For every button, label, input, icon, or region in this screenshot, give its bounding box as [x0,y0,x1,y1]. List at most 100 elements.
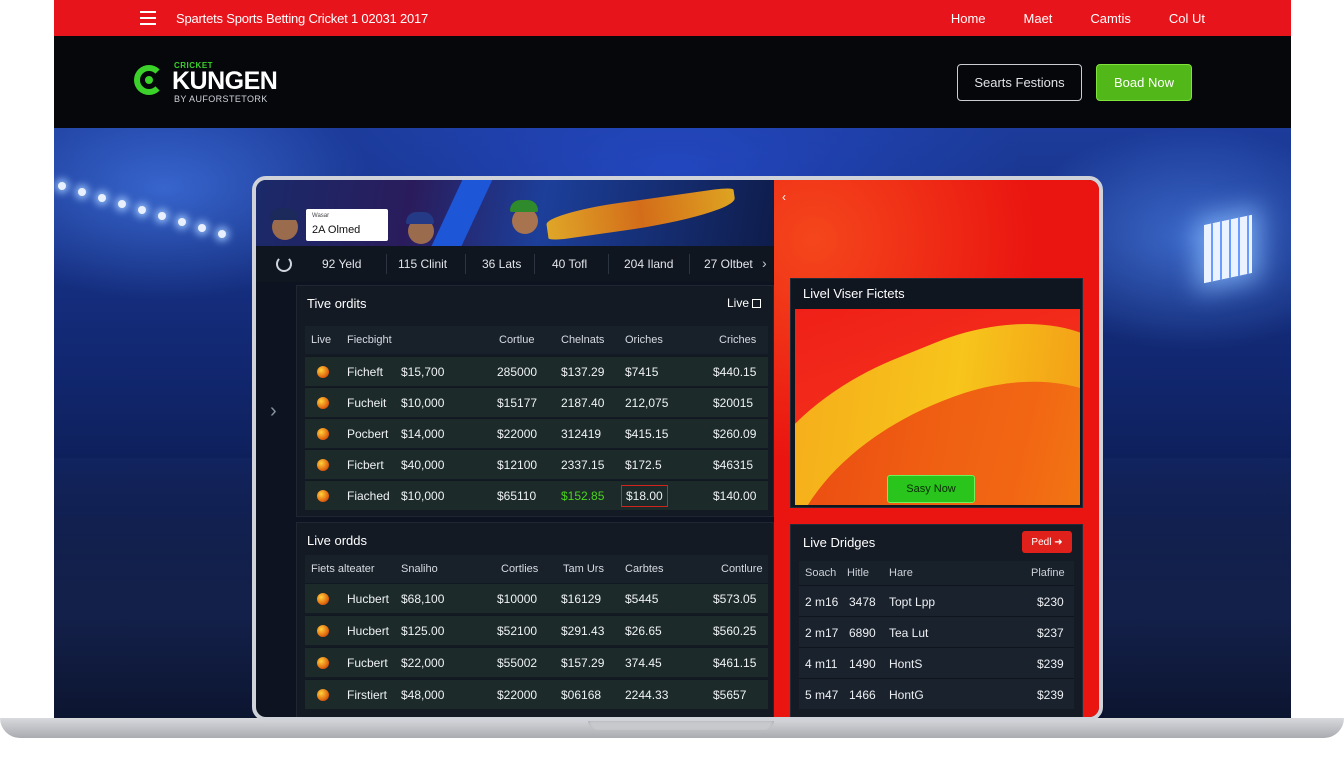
stat-item[interactable]: 92 Yeld [322,257,361,271]
table-cell: $10,000 [401,489,445,503]
table-cell: $5657 [713,688,747,702]
selected-odds[interactable]: $18.00 [621,485,668,507]
top-bar: Spartets Sports Betting Cricket 1 02031 … [54,0,1291,36]
chevron-right-icon[interactable]: › [762,255,767,271]
peel-button[interactable]: Pedl ➜ [1022,531,1072,553]
cap-icon [406,212,434,224]
table-row[interactable]: Fucheit $10,000 $15177 2187.40 212,075 $… [305,387,768,417]
nav-home[interactable]: Home [951,11,986,26]
table-row[interactable]: Pocbert $14,000 $22000 312419 $415.15 $2… [305,418,768,448]
odds-panel-title: Tive ordits [307,296,367,311]
table-row[interactable]: Fucbert $22,000 $55002 $157.29 374.45 $4… [305,647,768,677]
table-cell: Topt Lpp [889,595,936,609]
table-cell: $16129 [561,592,602,606]
table-row[interactable]: Hucbert $125.00 $52100 $291.43 $26.65 $5… [305,615,768,645]
table-cell: $137.29 [561,365,605,379]
nav-maet[interactable]: Maet [1024,11,1053,26]
table-cell: $06168 [561,688,602,702]
table-row[interactable]: Hucbert $68,100 $10000 $16129 $5445 $573… [305,583,768,613]
cricket-ball-icon [317,366,329,378]
stat-item[interactable]: 115 Clinit [398,257,447,271]
table-cell: 374.45 [625,656,662,670]
see-now-button[interactable]: Sasy Now [887,475,975,503]
table-row[interactable]: 2 m17 6890 Tea Lut $237 [799,616,1074,647]
table-cell: $15177 [497,396,538,410]
table-cell: $5445 [625,592,659,606]
square-icon [752,299,761,308]
stat-item[interactable]: 36 Lats [482,257,521,271]
divider [386,254,387,274]
cricket-ball-icon [317,397,329,409]
flag-graphic [544,186,738,242]
column-header: Criches [719,334,757,346]
table-cell: 212,075 [625,396,669,410]
table-row[interactable]: 4 m11 1490 HontS $239 [799,647,1074,678]
table-row[interactable]: 2 m16 3478 Topt Lpp $230 [799,585,1074,616]
top-nav: Home Maet Camtis Col Ut [913,11,1205,26]
table-cell: $291.43 [561,624,605,638]
table-cell: Hucbert [347,592,390,606]
floodlight-panel-icon [1204,214,1252,284]
floodlight-icon [118,200,126,208]
live-badge[interactable]: Live [727,296,761,310]
table-cell: Fucbert [347,656,388,670]
stats-row: 92 Yeld 115 Clinit 36 Lats 40 Tofl 204 I… [256,246,774,282]
table-row[interactable]: Ficbert $40,000 $12100 2337.15 $172.5 $4… [305,449,768,479]
book-now-button[interactable]: Boad Now [1096,64,1192,101]
logo-mark-icon [134,65,164,95]
stat-item[interactable]: 204 Iland [624,257,673,271]
sports-sections-button[interactable]: Searts Festions [957,64,1082,101]
table-row[interactable]: Firstiert $48,000 $22000 $06168 2244.33 … [305,679,768,709]
table-cell: $10000 [497,592,538,606]
table-cell: $10,000 [401,396,445,410]
table-cell: $12100 [497,458,538,472]
stat-item[interactable]: 40 Tofl [552,257,587,271]
live-odds-panel: Live ordds Fiets alteater Snaliho Cortli… [296,522,774,717]
table-header: Fiets alteater Snaliho Cortlies Tam Urs … [305,555,768,583]
logo[interactable]: CRICKET KUNGEN BY AUFORSTETORK [134,61,294,105]
table-cell: 6890 [849,626,876,640]
table-cell: Ficheft [347,365,384,379]
live-badge-label: Live [726,296,749,310]
table-cell: $22000 [497,688,538,702]
cap-icon [510,200,538,212]
back-arrow-icon[interactable]: ‹ [782,190,786,204]
table-cell: 4 m11 [805,657,838,671]
column-header: Oriches [625,334,663,346]
table-cell: 5 m47 [805,688,839,702]
stat-item[interactable]: 27 Oltbet [704,257,753,271]
cricket-ball-icon [317,625,329,637]
column-header: Tam Urs [563,563,604,575]
table-row[interactable]: 5 m47 1466 HontG $239 [799,678,1074,709]
table-row[interactable]: Fiached $10,000 $65110 $152.85 $18.00 $1… [305,480,768,510]
divider [534,254,535,274]
table-cell: HontS [889,657,923,671]
hamburger-menu-icon[interactable] [140,11,156,25]
divider [465,254,466,274]
score-card: Wasar 2A Olmed [306,209,388,241]
table-cell: $7415 [625,365,659,379]
table-cell: $48,000 [401,688,445,702]
table-cell: $415.15 [625,427,669,441]
column-header: Fiets alteater [311,563,375,575]
table-cell: $40,000 [401,458,445,472]
cricket-ball-icon [317,593,329,605]
nav-contact[interactable]: Col Ut [1169,11,1205,26]
chevron-left-icon[interactable]: › [270,400,277,423]
nav-camtis[interactable]: Camtis [1090,11,1130,26]
cricket-ball-icon [317,490,329,502]
table-cell: $52100 [497,624,538,638]
cricket-ball-icon [317,459,329,471]
table-cell: $461.15 [713,656,757,670]
live-bridges-panel: Live Dridges Pedl ➜ Soach Hitle Hare Pla… [790,524,1083,717]
table-cell: Pocbert [347,427,389,441]
table-cell: $26.65 [625,624,662,638]
table-row[interactable]: Ficheft $15,700 285000 $137.29 $7415 $44… [305,356,768,386]
hero-banner: Wasar 2A Olmed [256,180,774,246]
floodlight-icon [218,230,226,238]
refresh-icon[interactable] [276,256,292,272]
column-header: Hare [889,567,913,579]
table-cell: $65110 [497,489,537,503]
table-cell: Firstiert [347,688,387,702]
odds-panel: Tive ordits Live Live Fiecbight Cortlue … [296,285,774,517]
